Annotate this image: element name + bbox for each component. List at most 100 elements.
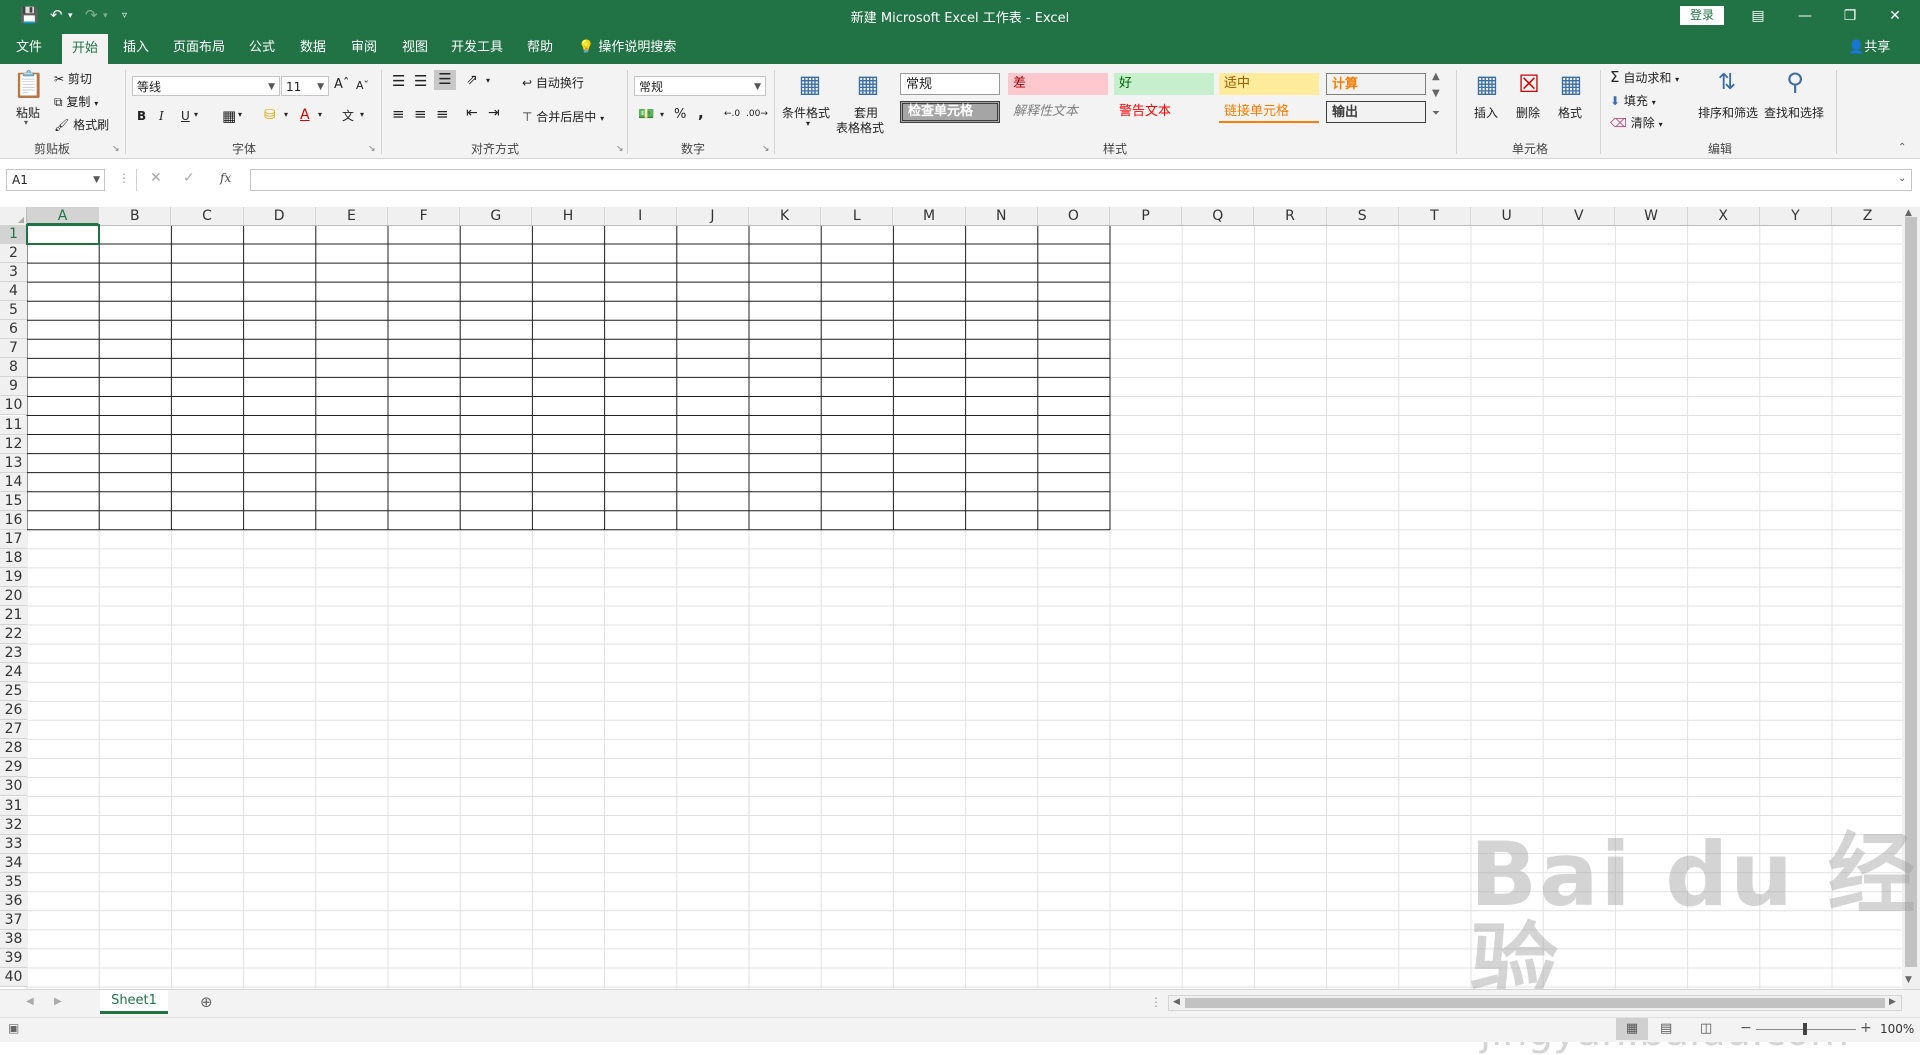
sort-filter-icon[interactable]: ⇅: [1710, 70, 1744, 95]
font-name-dropdown[interactable]: 等线 ▼: [132, 76, 280, 96]
copy-button[interactable]: ⧉ 复制 ▾: [54, 93, 98, 110]
orientation-icon[interactable]: ⇗: [466, 72, 478, 88]
tab-view[interactable]: 视图: [395, 32, 435, 64]
expand-formula-bar-icon[interactable]: ⌄: [1898, 173, 1906, 184]
row-header-30[interactable]: 30: [0, 777, 27, 797]
underline-dropdown-icon[interactable]: ▾: [194, 110, 198, 119]
align-top-icon[interactable]: ☰: [392, 72, 405, 90]
cut-button[interactable]: ✂ 剪切: [54, 70, 92, 87]
formula-input[interactable]: [250, 169, 1912, 191]
new-sheet-icon[interactable]: ⊕: [200, 993, 213, 1011]
format-cells-label[interactable]: 格式: [1558, 104, 1582, 121]
column-header-p[interactable]: P: [1110, 207, 1183, 225]
decrease-indent-icon[interactable]: ⇤: [466, 105, 478, 121]
enter-icon[interactable]: ✓: [183, 170, 195, 186]
format-as-table-label-2[interactable]: 表格格式: [836, 119, 884, 136]
tab-review[interactable]: 审阅: [344, 32, 384, 64]
row-header-11[interactable]: 11: [0, 415, 27, 435]
row-header-16[interactable]: 16: [0, 510, 27, 530]
font-color-dropdown-icon[interactable]: ▾: [318, 110, 322, 119]
align-left-icon[interactable]: ≡: [392, 105, 405, 123]
accounting-dropdown-icon[interactable]: ▾: [660, 110, 664, 119]
normal-view-icon[interactable]: ▦: [1616, 1018, 1648, 1040]
ribbon-display-icon[interactable]: ▤: [1738, 4, 1778, 28]
tab-help[interactable]: 帮助: [520, 32, 560, 64]
split-handle-icon[interactable]: ⋮: [1150, 995, 1162, 1009]
zoom-out-icon[interactable]: −: [1740, 1020, 1752, 1036]
column-header-h[interactable]: H: [532, 207, 605, 225]
autosum-button[interactable]: Σ 自动求和 ▾: [1610, 68, 1679, 86]
style-warning[interactable]: 警告文本: [1114, 101, 1214, 123]
number-launcher-icon[interactable]: ↘: [762, 144, 770, 154]
align-middle-icon[interactable]: ☰: [414, 72, 427, 90]
row-header-20[interactable]: 20: [0, 586, 27, 606]
row-header-25[interactable]: 25: [0, 682, 27, 702]
phonetic-dropdown-icon[interactable]: ▾: [360, 110, 364, 119]
clear-button[interactable]: ⌫ 清除 ▾: [1610, 114, 1663, 131]
sheet-tab-sheet1[interactable]: Sheet1: [100, 990, 168, 1014]
style-bad[interactable]: 差: [1008, 73, 1108, 95]
percent-button[interactable]: %: [674, 107, 686, 122]
row-header-32[interactable]: 32: [0, 815, 27, 835]
zoom-slider-thumb[interactable]: [1803, 1023, 1807, 1035]
column-header-x[interactable]: X: [1688, 207, 1760, 225]
row-header-31[interactable]: 31: [0, 796, 27, 816]
row-header-21[interactable]: 21: [0, 606, 27, 626]
row-header-23[interactable]: 23: [0, 644, 27, 664]
borders-icon[interactable]: ▦: [222, 107, 236, 125]
row-header-18[interactable]: 18: [0, 548, 27, 568]
row-header-1[interactable]: 1: [0, 225, 27, 245]
sheet-prev-icon[interactable]: ◀: [26, 996, 34, 1007]
delete-cells-icon[interactable]: ☒: [1512, 70, 1546, 98]
phonetic-icon[interactable]: 文: [342, 107, 354, 124]
column-header-j[interactable]: J: [677, 207, 749, 225]
cancel-icon[interactable]: ✕: [150, 170, 162, 186]
column-header-z[interactable]: Z: [1832, 207, 1905, 225]
delete-cells-label[interactable]: 删除: [1516, 104, 1540, 121]
column-header-c[interactable]: C: [171, 207, 244, 225]
style-calculation[interactable]: 计算: [1326, 73, 1426, 95]
column-header-l[interactable]: L: [821, 207, 894, 225]
tab-formulas[interactable]: 公式: [242, 32, 282, 64]
underline-button[interactable]: U: [181, 109, 190, 123]
bold-button[interactable]: B: [137, 109, 146, 123]
sheet-next-icon[interactable]: ▶: [54, 996, 62, 1007]
page-break-view-icon[interactable]: ◫: [1700, 1021, 1712, 1036]
row-header-12[interactable]: 12: [0, 434, 27, 454]
paste-dropdown-icon[interactable]: ▾: [24, 118, 28, 127]
align-bottom-icon[interactable]: ☰: [434, 70, 456, 90]
style-good[interactable]: 好: [1114, 73, 1214, 95]
styles-scroll-up-icon[interactable]: ▲: [1432, 71, 1440, 82]
insert-cells-label[interactable]: 插入: [1474, 104, 1498, 121]
horizontal-scroll-thumb[interactable]: [1185, 998, 1885, 1008]
orientation-dropdown-icon[interactable]: ▾: [486, 76, 490, 85]
tab-developer[interactable]: 开发工具: [446, 32, 508, 64]
horizontal-scrollbar[interactable]: ◀ ▶: [1168, 995, 1902, 1011]
accounting-format-icon[interactable]: 💵: [638, 107, 654, 122]
column-header-b[interactable]: B: [99, 207, 172, 225]
row-header-22[interactable]: 22: [0, 625, 27, 645]
conditional-format-icon[interactable]: ▦: [792, 70, 828, 98]
row-header-35[interactable]: 35: [0, 872, 27, 892]
column-header-d[interactable]: D: [244, 207, 316, 225]
insert-function-button[interactable]: fx: [220, 171, 231, 185]
find-select-label[interactable]: 查找和选择: [1764, 104, 1824, 121]
name-box[interactable]: A1 ▼: [6, 169, 105, 191]
row-header-17[interactable]: 17: [0, 529, 27, 549]
scroll-left-icon[interactable]: ◀: [1173, 997, 1180, 1007]
zoom-level[interactable]: 100%: [1880, 1022, 1914, 1036]
column-header-f[interactable]: F: [388, 207, 461, 225]
row-header-10[interactable]: 10: [0, 396, 27, 416]
row-header-28[interactable]: 28: [0, 739, 27, 759]
row-header-13[interactable]: 13: [0, 453, 27, 473]
row-header-5[interactable]: 5: [0, 301, 27, 321]
align-right-icon[interactable]: ≡: [436, 105, 449, 123]
column-header-e[interactable]: E: [316, 207, 388, 225]
number-format-dropdown[interactable]: 常规 ▼: [634, 76, 766, 96]
borders-dropdown-icon[interactable]: ▾: [238, 110, 242, 119]
style-check-cell[interactable]: 检查单元格: [900, 101, 1000, 123]
format-as-table-icon[interactable]: ▦: [850, 70, 886, 98]
row-header-9[interactable]: 9: [0, 377, 27, 397]
find-select-icon[interactable]: ⚲: [1778, 68, 1812, 96]
column-header-u[interactable]: U: [1471, 207, 1544, 225]
